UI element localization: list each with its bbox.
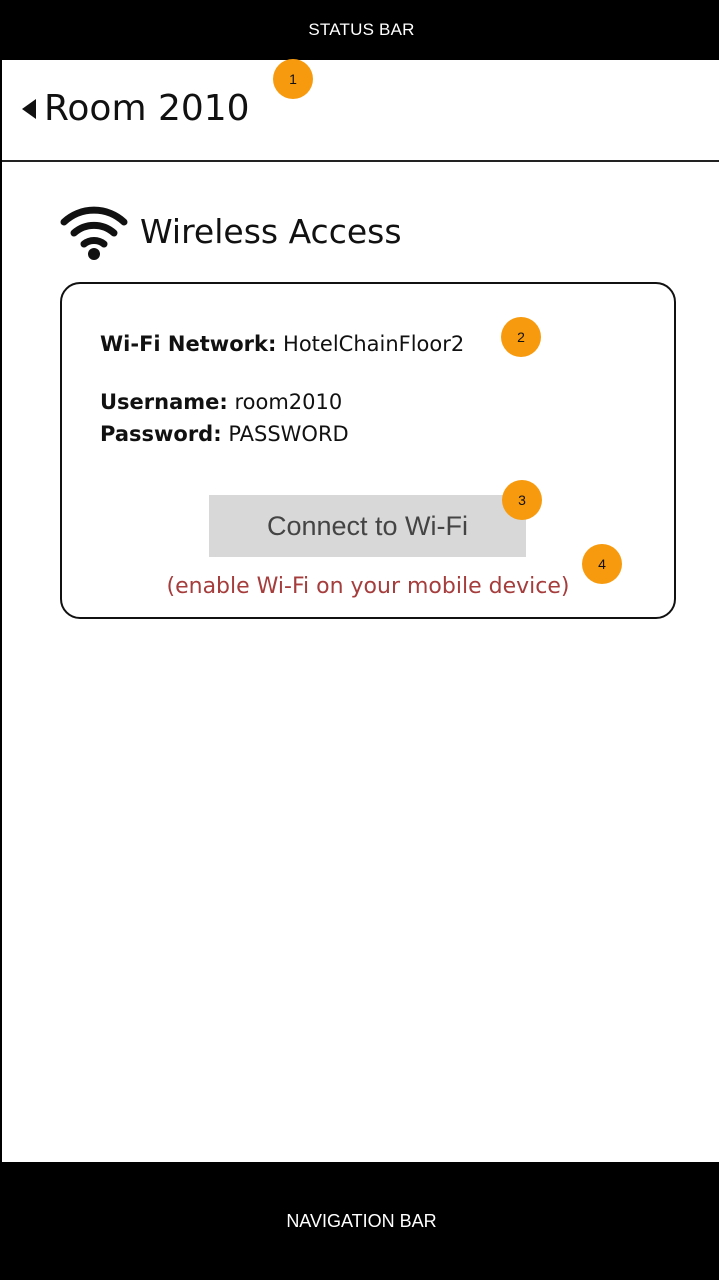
status-bar: STATUS BAR bbox=[2, 0, 719, 60]
username-label: Username: bbox=[100, 390, 228, 414]
password-row: Password: PASSWORD bbox=[100, 422, 349, 446]
navigation-bar-label: NAVIGATION BAR bbox=[286, 1210, 437, 1231]
connect-wifi-button[interactable]: Connect to Wi-Fi bbox=[209, 495, 526, 557]
status-bar-label: STATUS BAR bbox=[308, 20, 415, 39]
annotation-badge-4: 4 bbox=[582, 544, 622, 584]
wifi-icon bbox=[60, 206, 128, 260]
annotation-badge-2: 2 bbox=[501, 317, 541, 357]
page-title: Room 2010 bbox=[44, 88, 250, 129]
navigation-bar: NAVIGATION BAR bbox=[2, 1162, 719, 1280]
annotation-badge-1: 1 bbox=[273, 59, 313, 99]
enable-wifi-hint: (enable Wi-Fi on your mobile device) bbox=[166, 574, 570, 599]
section-header: Wireless Access bbox=[60, 200, 402, 262]
network-label: Wi-Fi Network: bbox=[100, 332, 277, 356]
section-title: Wireless Access bbox=[140, 211, 402, 251]
back-arrow-icon[interactable] bbox=[22, 98, 36, 119]
username-row: Username: room2010 bbox=[100, 390, 342, 414]
network-value: HotelChainFloor2 bbox=[283, 332, 465, 356]
password-label: Password: bbox=[100, 422, 222, 446]
header: Room 2010 bbox=[2, 60, 719, 162]
annotation-badge-3: 3 bbox=[502, 480, 542, 520]
password-value: PASSWORD bbox=[228, 422, 349, 446]
network-row: Wi-Fi Network: HotelChainFloor2 bbox=[100, 332, 464, 356]
app-screen: STATUS BAR Room 2010 1 Wireless Access W… bbox=[0, 0, 719, 1280]
username-value: room2010 bbox=[234, 390, 343, 414]
back-button[interactable]: Room 2010 bbox=[22, 88, 250, 129]
